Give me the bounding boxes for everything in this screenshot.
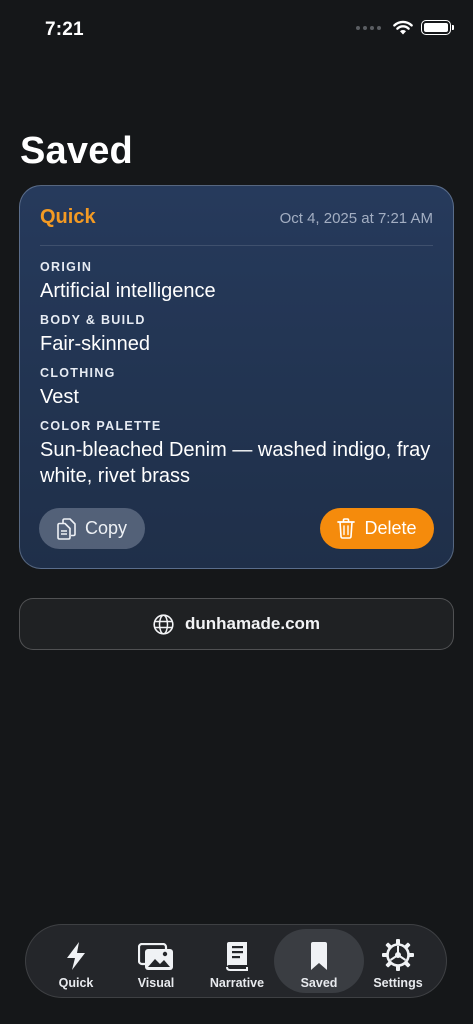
- card-mode-label: Quick: [40, 206, 96, 228]
- field-value: Artificial intelligence: [40, 280, 216, 302]
- photos-icon: [138, 943, 173, 970]
- wifi-icon: [393, 20, 413, 35]
- website-link-button[interactable]: dunhamade.com: [19, 598, 454, 650]
- field-body-build: BODY & BUILD Fair-skinned: [40, 313, 433, 357]
- tab-quick[interactable]: Quick: [35, 929, 117, 993]
- delete-label: Delete: [364, 518, 417, 538]
- field-origin: ORIGIN Artificial intelligence: [40, 260, 433, 304]
- tab-label: Saved: [300, 976, 338, 990]
- battery-icon: [421, 20, 454, 35]
- field-value: Sun-bleached Denim — washed indigo, fray…: [40, 439, 431, 487]
- card-header: Quick Oct 4, 2025 at 7:21 AM: [40, 206, 433, 246]
- tab-label: Narrative: [209, 976, 265, 990]
- field-label: CLOTHING: [40, 366, 116, 380]
- tab-settings[interactable]: Settings: [357, 929, 439, 993]
- tab-label: Settings: [373, 976, 423, 990]
- tab-visual[interactable]: Visual: [115, 929, 197, 993]
- delete-button[interactable]: Delete: [320, 508, 434, 549]
- gear-icon: [382, 939, 414, 971]
- tab-saved[interactable]: Saved: [274, 929, 364, 993]
- status-icons: [356, 20, 454, 35]
- field-color-palette: COLOR PALETTE Sun-bleached Denim — washe…: [40, 419, 433, 489]
- trash-icon: [337, 518, 356, 539]
- saved-character-card: Quick Oct 4, 2025 at 7:21 AM ORIGIN Arti…: [19, 185, 454, 569]
- copy-icon: [57, 517, 76, 540]
- copy-label: Copy: [84, 518, 128, 538]
- page-title: Saved: [20, 130, 133, 172]
- field-value: Fair-skinned: [40, 333, 151, 355]
- bolt-icon: [67, 942, 85, 970]
- bookmark-icon: [311, 942, 327, 970]
- tab-narrative[interactable]: Narrative: [196, 929, 278, 993]
- field-value: Vest: [40, 386, 79, 408]
- status-time: 7:21: [45, 19, 84, 40]
- tab-label: Quick: [58, 976, 94, 990]
- field-label: ORIGIN: [40, 260, 93, 274]
- tab-bar: Quick Visual Narrative Saved Settings: [25, 924, 447, 998]
- tab-label: Visual: [137, 976, 175, 990]
- website-link-label: dunhamade.com: [184, 614, 321, 633]
- card-date: Oct 4, 2025 at 7:21 AM: [279, 210, 433, 227]
- field-clothing: CLOTHING Vest: [40, 366, 433, 410]
- globe-icon: [153, 613, 174, 635]
- copy-button[interactable]: Copy: [39, 508, 145, 549]
- field-label: COLOR PALETTE: [40, 419, 162, 433]
- field-label: BODY & BUILD: [40, 313, 146, 327]
- cellular-signal-icon: [356, 25, 381, 30]
- saved-screen: 7:21 Saved Quick Oct 4, 2025 at 7:21 AM …: [0, 0, 473, 1024]
- book-icon: [226, 942, 248, 971]
- status-bar: 7:21: [0, 0, 473, 60]
